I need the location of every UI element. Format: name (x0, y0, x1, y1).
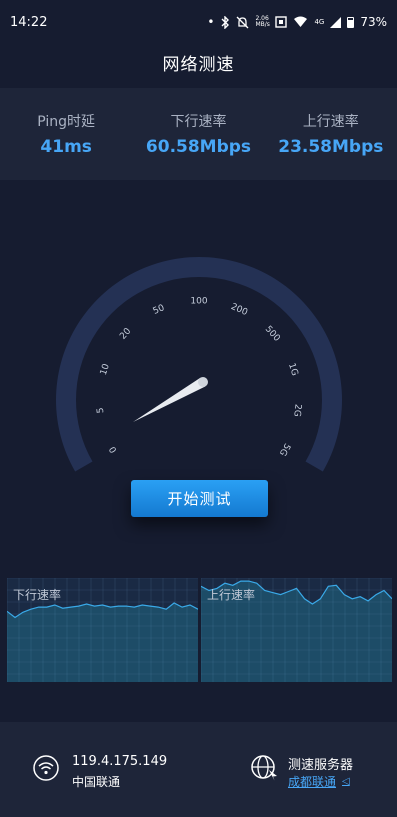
upload-value: 23.58Mbps (278, 137, 384, 157)
battery-icon (347, 16, 355, 28)
ip-address: 119.4.175.149 (72, 754, 168, 769)
download-value: 60.58Mbps (145, 137, 252, 157)
gauge-tick-label: 200 (229, 302, 249, 318)
wifi-network-icon (33, 755, 59, 785)
page-title: 网络测速 (162, 55, 235, 75)
stats-panel: Ping时延 41ms 下行速率 60.58Mbps 上行速率 23.58Mbp… (0, 88, 397, 180)
gauge-tick-label: 100 (190, 297, 207, 307)
nfc-icon (275, 16, 288, 28)
carrier-name: 中国联通 (72, 775, 121, 789)
footer-panel: 119.4.175.149 中国联通 测速服务器 成都联通 ◁ (0, 722, 397, 817)
gauge-tick-label: 10 (99, 362, 112, 376)
signal-label-a: 4G (314, 18, 325, 26)
ping-value: 41ms (40, 137, 92, 157)
server-title: 测速服务器 (288, 758, 354, 773)
status-icons: • 2.06 MB/s 4G 73% (207, 15, 387, 29)
wifi-icon (293, 16, 308, 28)
clock-time: 14:22 (10, 14, 48, 30)
mute-icon (236, 16, 249, 29)
gauge-tick-label: 0 (108, 444, 120, 454)
download-label: 下行速率 (170, 114, 227, 130)
battery-percent: 73% (360, 15, 387, 29)
download-stat: 下行速率 60.58Mbps (138, 111, 258, 157)
net-rate: 2.06 MB/s (255, 15, 270, 28)
ping-label: Ping时延 (37, 114, 96, 130)
notification-dot: • (207, 15, 215, 29)
signal-icon (330, 16, 342, 28)
globe-server-icon (250, 754, 280, 786)
upload-label: 上行速率 (302, 114, 359, 130)
start-test-button[interactable]: 开始测试 (131, 480, 268, 517)
upload-graph-label: 上行速率 (207, 588, 256, 602)
bluetooth-icon (220, 15, 230, 29)
server-name: 成都联通 (288, 775, 337, 789)
server-arrow-icon: ◁ (342, 776, 350, 787)
gauge-tick-label: 500 (263, 324, 282, 344)
gauge-needle-hub (198, 377, 208, 387)
gauge-tick-label: 5G (277, 441, 292, 457)
ping-stat: Ping时延 41ms (6, 111, 126, 157)
upload-stat: 上行速率 23.58Mbps (271, 111, 391, 157)
server-select-link[interactable]: 成都联通 ◁ (288, 773, 350, 790)
upload-graph: 上行速率 (200, 577, 393, 682)
gauge-needle (133, 377, 206, 422)
gauge-tick-label: 5 (96, 407, 107, 414)
speed-gauge: 0 5 10 20 50 100 200 500 1G 2G 5G (0, 255, 397, 475)
gauge-tick-label: 20 (118, 326, 133, 341)
gauge-track (56, 257, 343, 472)
gauge-tick-label: 1G (286, 362, 299, 377)
status-bar: 14:22 • 2.06 MB/s 4G 73% (0, 0, 397, 44)
download-graph-label: 下行速率 (13, 588, 62, 602)
download-graph-area (7, 603, 198, 682)
gauge-tick-label: 2G (291, 403, 302, 417)
gauge-tick-label: 50 (152, 303, 167, 317)
download-graph: 下行速率 (6, 577, 199, 682)
